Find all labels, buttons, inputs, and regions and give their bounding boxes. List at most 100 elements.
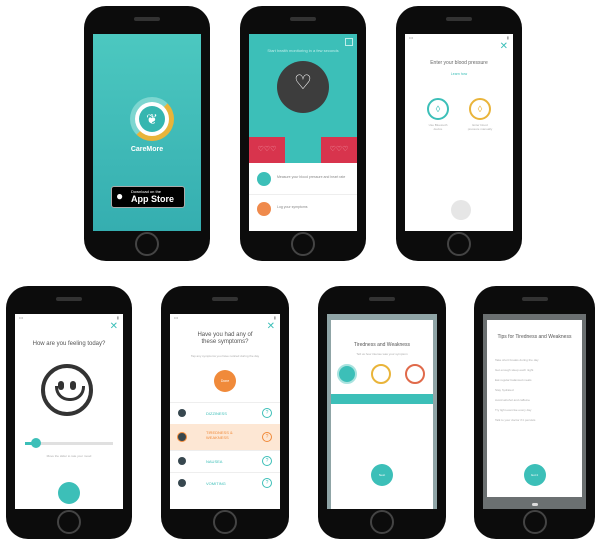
bluetooth-option[interactable]: ◊ Use Bluetooth device [425,98,451,131]
readings-strip: ♡♡♡ ♡♡♡ [249,137,357,163]
dashboard-list-item-2[interactable]: Log your symptoms [249,196,357,224]
intensity-title: Tiredness and Weakness [353,342,411,348]
tip-item: Get enough sleep each night [495,368,534,372]
intensity-screen: Tiredness and Weakness Tell us how inten… [327,314,437,509]
phone-frame-1: ❦ CareMore ● Download on the App Store [84,6,210,261]
home-button[interactable] [135,232,159,256]
info-icon[interactable]: ? [262,478,272,488]
radio-icon [178,479,186,487]
symptom-label: NAUSEA [206,459,223,464]
header-text: Start health monitoring in a few seconds [267,48,339,53]
phone-frame-3: ••• ▮ ✕ Enter your blood pressure Learn h… [396,6,522,261]
home-button[interactable] [57,510,81,534]
got-it-label: Got it [530,473,539,477]
phone-frame-6: Tiredness and Weakness Tell us how inten… [318,286,446,539]
app-store-badge[interactable]: ● Download on the App Store [111,186,185,208]
phone-frame-4: ••• ▮ ✕ How are you feeling today? Move t… [6,286,132,539]
bottom-handle-icon [531,503,538,506]
menu-icon[interactable] [345,38,353,46]
tip-item: Avoid alcohol and caffeine [495,398,530,402]
speaker [134,17,160,21]
tips-screen: Tips for Tiredness and Weakness Take sho… [483,314,586,509]
phone-frame-7: Tips for Tiredness and Weakness Take sho… [474,286,595,539]
home-button[interactable] [447,232,471,256]
slider-hint: Move the slider to rate your mood [46,454,92,458]
done-label: Done [220,379,230,383]
heart-icon: ♡ [294,72,312,94]
radio-icon [177,432,187,442]
reading-tile-center[interactable] [285,137,321,163]
dashboard-list-item-1[interactable]: Measure your blood pressure and heart ra… [249,166,357,195]
symptom-label: TIREDNESS & WEAKNESS [206,430,233,440]
drop-icon: ◊ [427,98,449,120]
home-button[interactable] [370,510,394,534]
status-bar: ••• ▮ [19,315,119,320]
close-icon[interactable]: ✕ [110,322,118,332]
info-icon[interactable]: ? [262,408,272,418]
heart-button[interactable]: ♡ [277,61,329,113]
home-button[interactable] [213,510,237,534]
speaker [521,297,548,301]
mood-slider[interactable] [25,438,113,448]
radio-icon [178,409,186,417]
symptom-row[interactable]: NAUSEA ? [170,450,280,473]
tips-card: Tips for Tiredness and Weakness Take sho… [487,320,582,497]
dashboard-header: Start health monitoring in a few seconds… [249,34,357,152]
dashboard-screen: Start health monitoring in a few seconds… [249,34,357,231]
home-button[interactable] [522,510,547,534]
tips-title: Tips for Tiredness and Weakness [497,334,572,340]
symptom-row[interactable]: VOMITING ? [170,472,280,495]
close-icon[interactable]: ✕ [267,322,275,332]
status-bar: ••• ▮ [174,315,276,320]
speaker [369,297,395,301]
manual-option[interactable]: ◊ Enter blood pressure manually [467,98,493,131]
intensity-low-icon[interactable] [337,364,357,384]
bp-title: Enter your blood pressure [430,60,488,66]
smiley-icon [41,364,93,416]
reading-tile-left[interactable]: ♡♡♡ [249,137,285,163]
tip-item: Talk to your doctor if it persists [495,418,536,422]
info-icon[interactable]: ? [262,432,272,442]
reading-tile-right[interactable]: ♡♡♡ [321,137,357,163]
tips-list: Take short breaks during the day Get eno… [495,358,574,428]
list-item-title: Measure your blood pressure and heart ra… [277,175,346,179]
symptom-row-selected[interactable]: TIREDNESS & WEAKNESS ? [170,424,280,450]
mood-screen: ••• ▮ ✕ How are you feeling today? Move t… [15,314,123,509]
symptoms-screen: ••• ▮ ✕ Have you had any of these symptom… [170,314,280,509]
measure-icon [257,172,271,186]
done-button[interactable]: Done [214,370,236,392]
apple-icon: ● [116,189,124,203]
symptom-label: VOMITING [206,481,226,486]
app-logo-icon: ❦ [130,97,174,141]
next-label: Next [378,473,386,477]
speaker [56,297,82,301]
intensity-card: Tiredness and Weakness Tell us how inten… [331,320,433,509]
status-bar: ••• ▮ [409,35,509,40]
intensity-mid-icon[interactable] [371,364,391,384]
tip-item: Eat regular balanced meals [495,378,532,382]
mood-title: How are you feeling today? [32,341,106,347]
option-label: Use Bluetooth device [428,123,448,131]
info-icon[interactable]: ? [262,456,272,466]
intensity-subtitle: Tell us how intense was your symptom [356,352,408,356]
bp-link[interactable]: Learn how [405,72,513,76]
symptoms-subtitle: Tap any symptoms you have noticed during… [190,354,260,358]
home-button[interactable] [291,232,315,256]
intensity-bar[interactable] [331,394,433,404]
continue-button[interactable] [451,200,471,220]
list-item-title: Log your symptoms [277,205,308,209]
tip-item: Take short breaks during the day [495,358,539,362]
intensity-high-icon[interactable] [405,364,425,384]
close-icon[interactable]: ✕ [500,42,508,52]
next-button[interactable] [58,482,80,504]
symptom-row[interactable]: DIZZINESS ? [170,402,280,425]
drop-icon: ◊ [469,98,491,120]
symptom-icon [257,202,271,216]
symptom-label: DIZZINESS [206,411,227,416]
next-button[interactable]: Next [371,464,393,486]
speaker [212,297,238,301]
speaker [290,17,316,21]
blood-pressure-screen: ••• ▮ ✕ Enter your blood pressure Learn h… [405,34,513,231]
got-it-button[interactable]: Got it [523,464,546,486]
phone-frame-2: Start health monitoring in a few seconds… [240,6,366,261]
